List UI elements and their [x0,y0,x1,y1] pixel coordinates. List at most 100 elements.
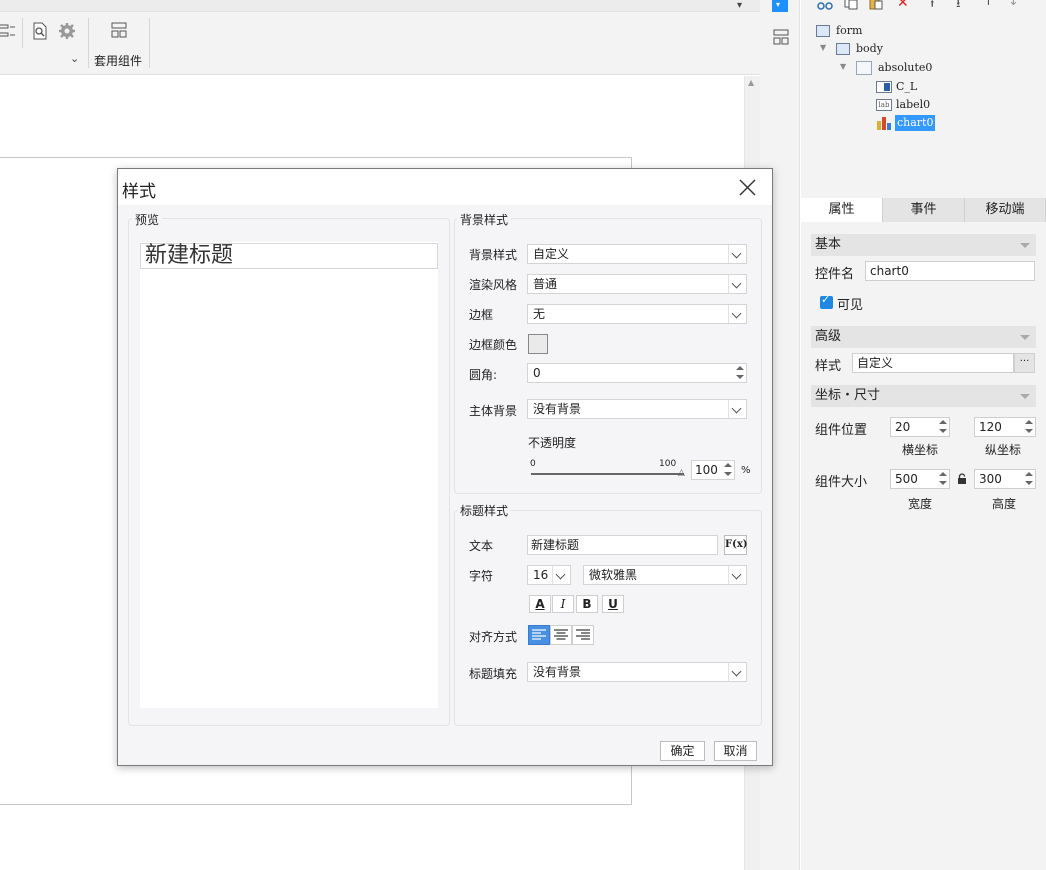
background-group-label: 背景样式 [457,211,512,228]
font-size-select[interactable]: 16 [527,565,571,585]
italic-button[interactable]: I [552,595,574,613]
opacity-max: 100 [659,459,677,469]
section-title: 坐标・尺寸 [815,388,881,403]
pos-x-stepper[interactable]: 20 [890,417,950,437]
body-bg-select[interactable]: 没有背景 [527,399,747,419]
chevron-down-icon: ▾ [776,0,781,9]
toolbar-separator [22,18,23,48]
height-stepper[interactable]: 300 [974,469,1036,489]
toolbar-overflow-icon[interactable]: ▾ [737,0,742,11]
gear-icon[interactable] [58,22,76,40]
bold-button[interactable]: B [576,595,598,613]
tab-mobile[interactable]: 移动端 [965,198,1046,222]
section-advanced[interactable]: 高级 [811,326,1036,348]
font-label: 字符 [469,569,494,583]
preview-area: 新建标题 [140,242,438,708]
bg-style-select[interactable]: 自定义 [527,244,747,264]
underline-button[interactable]: U [602,595,624,613]
tree-item-cl[interactable]: C_L [876,78,936,96]
list-settings-icon[interactable] [0,22,18,40]
chevron-down-icon[interactable] [728,305,746,323]
border-select[interactable]: 无 [527,304,747,324]
collapse-icon[interactable] [1020,335,1030,340]
collapse-icon[interactable] [1020,394,1030,399]
widget-tree-toggle[interactable]: ▾ [772,0,788,12]
delete-icon[interactable]: ✕ [897,0,909,11]
stepper-arrows-icon[interactable] [722,461,734,479]
font-family-select[interactable]: 微软雅黑 [583,565,747,585]
title-fill-select[interactable]: 没有背景 [527,662,747,682]
chevron-down-icon[interactable] [728,663,746,681]
section-title: 基本 [815,237,842,252]
ok-button[interactable]: 确定 [660,741,705,761]
align-left-button[interactable] [528,625,550,645]
expand-icon[interactable]: ▼ [820,39,826,57]
opacity-unit: % [741,465,751,476]
toolbar: ▾ ⌄ 套用组件 [0,0,760,75]
stepper-arrows-icon[interactable] [1023,418,1035,436]
pos-y-stepper[interactable]: 120 [974,417,1036,437]
radius-stepper[interactable]: 0 [527,363,747,383]
border-color-label: 边框颜色 [469,338,518,352]
border-color-swatch[interactable] [528,334,548,354]
copy-icon[interactable] [844,0,858,10]
move-down-icon[interactable]: ↓ [1008,0,1019,9]
align-center-icon [554,629,568,640]
font-size-value: 16 [533,568,549,582]
cut-icon[interactable] [817,0,833,10]
stepper-arrows-icon[interactable] [937,470,949,488]
section-coords[interactable]: 坐标・尺寸 [811,385,1036,407]
bg-style-label: 背景样式 [469,248,518,262]
expand-icon[interactable]: ▼ [840,58,846,76]
scroll-up-icon[interactable]: ▲ [748,78,754,87]
formula-button[interactable]: F(x) [724,535,748,555]
chevron-down-icon[interactable] [728,245,746,263]
close-icon[interactable] [739,179,756,196]
cancel-button[interactable]: 取消 [714,741,757,761]
stepper-arrows-icon[interactable] [1023,470,1035,488]
title-text-input[interactable]: 新建标题 [527,535,718,555]
chevron-down-icon[interactable] [728,566,746,584]
align-center-button[interactable] [550,625,572,645]
lock-icon[interactable] [957,473,967,485]
stepper-arrows-icon[interactable] [937,418,949,436]
collapse-icon[interactable] [1020,243,1030,248]
tree-item-body[interactable]: ▼ body [820,40,900,58]
move-up-icon[interactable]: ↑ [983,0,994,9]
stepper-arrows-icon[interactable] [734,364,746,382]
move-to-top-icon[interactable]: ⭱ [930,0,935,16]
align-right-button[interactable] [572,625,594,645]
chevron-down-icon[interactable]: ⌄ [70,52,79,65]
opacity-slider-thumb[interactable]: △ [678,468,685,478]
opacity-slider-track[interactable] [531,473,684,475]
font-color-button[interactable]: A [529,595,551,613]
chevron-down-icon[interactable] [728,275,746,293]
tree-item-absolute0[interactable]: ▼ absolute0 [840,59,940,77]
tree-item-chart0[interactable]: chart0 [876,114,936,132]
tree-item-label: chart0 [895,115,936,131]
tab-properties[interactable]: 属性 [801,198,883,222]
layout-icon[interactable] [772,28,790,46]
toolbar-separator [88,18,89,68]
section-basic[interactable]: 基本 [811,234,1036,256]
tree-item-label: label0 [896,98,931,111]
align-label: 对齐方式 [469,630,518,644]
dialog-titlebar[interactable]: 样式 [118,169,772,205]
absolute-layout-icon [856,61,872,75]
chevron-down-icon[interactable] [552,566,570,584]
template-component-icon[interactable] [110,21,128,39]
paste-icon[interactable] [869,0,883,10]
move-to-bottom-icon[interactable]: ⭳ [956,0,961,16]
style-input[interactable]: 自定义 [852,353,1014,373]
width-stepper[interactable]: 500 [890,469,950,489]
style-more-button[interactable]: ··· [1014,353,1035,373]
template-component-label[interactable]: 套用组件 [94,52,142,69]
control-name-input[interactable]: chart0 [865,261,1035,281]
render-style-select[interactable]: 普通 [527,274,747,294]
chevron-down-icon[interactable] [728,400,746,418]
tab-events[interactable]: 事件 [883,198,965,222]
tree-item-label0[interactable]: lab label0 [876,96,936,114]
visible-checkbox[interactable]: ✓ [820,293,833,309]
opacity-stepper[interactable]: 100 [691,460,735,480]
preview-search-icon[interactable] [31,22,49,40]
